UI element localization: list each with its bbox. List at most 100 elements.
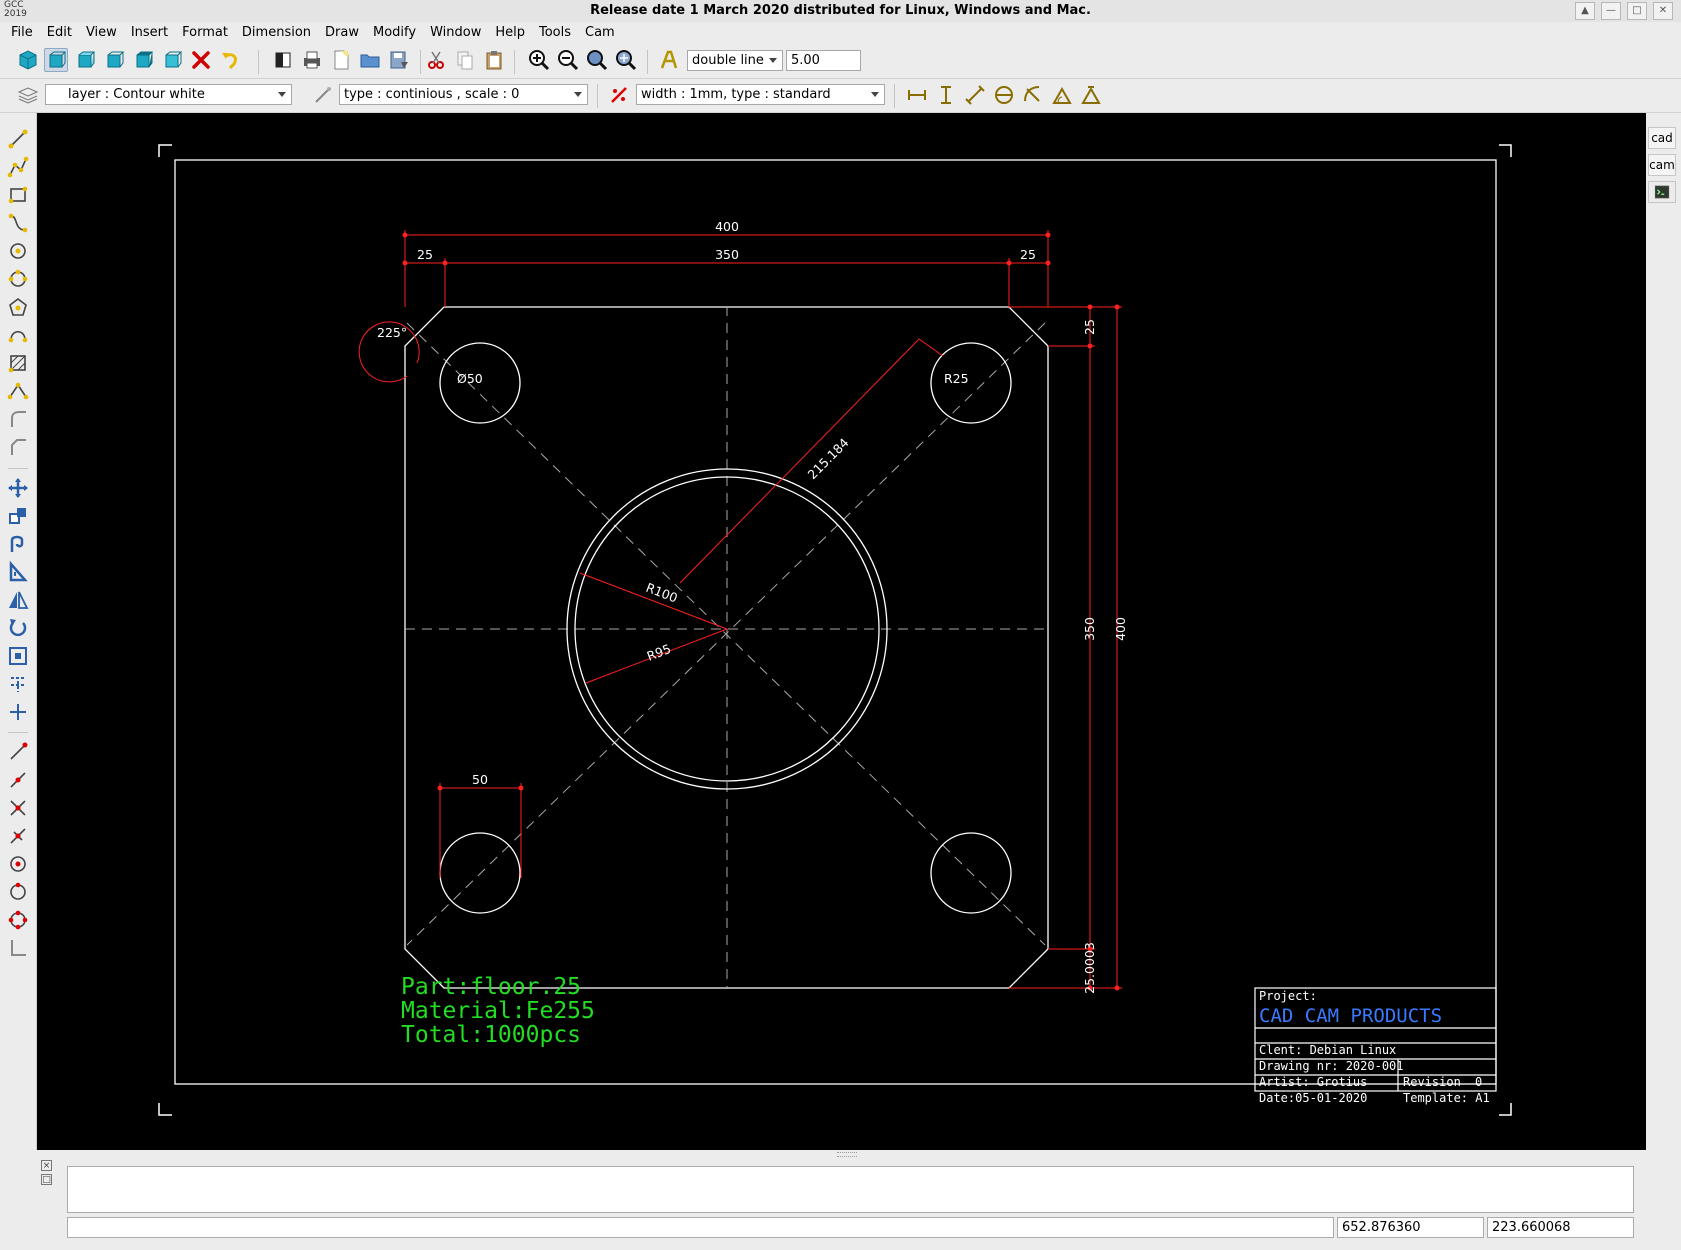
linetype-select[interactable]: double line — [687, 50, 783, 71]
menu-draw[interactable]: Draw — [318, 22, 366, 43]
line-offset-input[interactable]: 5.00 — [786, 50, 861, 71]
linetype-brush-icon[interactable] — [311, 83, 335, 107]
menu-edit[interactable]: Edit — [40, 22, 79, 43]
tab-cad[interactable]: cad — [1648, 127, 1676, 149]
menu-dimension[interactable]: Dimension — [235, 22, 318, 43]
menu-format[interactable]: Format — [175, 22, 235, 43]
extend-tool-icon[interactable] — [6, 700, 30, 724]
drawing-canvas[interactable]: 400 350 25 25 225° Ø50 R25 215.184 R100 … — [37, 113, 1646, 1150]
fillet-tool-icon[interactable] — [6, 407, 30, 431]
snap-endpoint-icon[interactable] — [6, 740, 30, 764]
dim-aligned-icon[interactable] — [963, 83, 987, 107]
scale-tool-icon[interactable] — [6, 560, 30, 584]
chevron-down-icon — [769, 58, 777, 63]
dim-diameter-icon[interactable] — [992, 83, 1016, 107]
view-3d-icon[interactable] — [16, 48, 40, 72]
chamfer-tool-icon[interactable] — [6, 435, 30, 459]
zoom-out-icon[interactable] — [556, 48, 580, 72]
template-text: Template: A1 — [1403, 1091, 1490, 1105]
dim-radius-icon[interactable] — [1021, 83, 1045, 107]
arc-tool-icon[interactable] — [6, 323, 30, 347]
dim-leader-icon[interactable] — [1079, 83, 1103, 107]
trim-tool-icon[interactable] — [6, 672, 30, 696]
mirror-tool-icon[interactable] — [6, 588, 30, 612]
circle-tool-icon[interactable] — [6, 239, 30, 263]
part-line-1: Part:floor.25 — [401, 974, 581, 1000]
move-tool-icon[interactable] — [6, 476, 30, 500]
polyline-tool-icon[interactable] — [6, 155, 30, 179]
print-icon[interactable] — [300, 48, 324, 72]
copy-icon[interactable] — [453, 48, 477, 72]
line-tool-icon[interactable] — [6, 127, 30, 151]
dimension-arrows — [402, 232, 1120, 991]
layer-select[interactable]: layer : Contour white — [45, 84, 292, 105]
ortho-icon[interactable] — [6, 936, 30, 960]
panel-splitter[interactable] — [837, 1152, 857, 1157]
polygon-tool-icon[interactable] — [6, 295, 30, 319]
dimension-labels: 400 350 25 25 225° Ø50 R25 215.184 R100 … — [377, 219, 1128, 994]
view-left-icon[interactable] — [102, 48, 126, 72]
rectangle-tool-icon[interactable] — [6, 183, 30, 207]
snap-midpoint-icon[interactable] — [6, 768, 30, 792]
snap-perpendicular-icon[interactable] — [6, 824, 30, 848]
terminal-tab[interactable] — [1648, 181, 1676, 203]
properties-toolbar: layer : Contour white type : continious … — [0, 79, 1681, 113]
save-icon[interactable] — [387, 48, 411, 72]
keep-above-button[interactable]: ▲ — [1575, 2, 1595, 20]
zoom-window-icon[interactable] — [585, 48, 609, 72]
layers-icon[interactable] — [16, 83, 40, 107]
zoom-extents-icon[interactable] — [614, 48, 638, 72]
close-icon[interactable]: × — [41, 1160, 52, 1171]
snap-intersection-icon[interactable] — [6, 796, 30, 820]
dim-right-overall-label: 400 — [1113, 617, 1128, 641]
hatch-tool-icon[interactable] — [6, 351, 30, 375]
contrast-toggle-icon[interactable] — [271, 48, 295, 72]
width-select[interactable]: width : 1mm, type : standard — [636, 84, 885, 105]
delete-icon[interactable] — [189, 48, 213, 72]
zoom-in-icon[interactable] — [527, 48, 551, 72]
menu-tools[interactable]: Tools — [532, 22, 578, 43]
view-front-icon[interactable] — [44, 48, 68, 72]
menu-file[interactable]: File — [4, 22, 40, 43]
view-back-icon[interactable] — [73, 48, 97, 72]
minimize-button[interactable]: — — [1601, 2, 1621, 20]
dim-hole-width-label: 50 — [472, 772, 488, 787]
dim-overall-width-label: 400 — [715, 219, 739, 234]
view-right-icon[interactable] — [131, 48, 155, 72]
dim-vertical-icon[interactable] — [934, 83, 958, 107]
paste-icon[interactable] — [482, 48, 506, 72]
menu-help[interactable]: Help — [488, 22, 532, 43]
menu-window[interactable]: Window — [423, 22, 488, 43]
copy-tool-icon[interactable] — [6, 504, 30, 528]
width-icon[interactable] — [607, 83, 631, 107]
spline-tool-icon[interactable] — [6, 211, 30, 235]
menu-view[interactable]: View — [79, 22, 124, 43]
maximize-button[interactable]: □ — [1627, 2, 1647, 20]
undo-icon[interactable] — [218, 48, 242, 72]
dim-horizontal-icon[interactable] — [905, 83, 929, 107]
command-input[interactable] — [67, 1217, 1334, 1238]
cut-icon[interactable] — [424, 48, 448, 72]
type-select[interactable]: type : continious , scale : 0 — [339, 84, 588, 105]
snap-center-icon[interactable] — [6, 852, 30, 876]
command-history — [67, 1166, 1634, 1213]
tab-cam[interactable]: cam — [1648, 154, 1676, 176]
text-style-icon[interactable] — [657, 48, 681, 72]
float-icon[interactable]: □ — [41, 1174, 52, 1185]
point-tool-icon[interactable] — [6, 379, 30, 403]
part-info: Part:floor.25 Material:Fe255 Total:1000p… — [401, 974, 595, 1048]
open-folder-icon[interactable] — [358, 48, 382, 72]
new-file-icon[interactable] — [329, 48, 353, 72]
close-window-button[interactable]: ✕ — [1653, 2, 1673, 20]
menu-cam[interactable]: Cam — [578, 22, 622, 43]
menu-insert[interactable]: Insert — [124, 22, 175, 43]
circle-3p-tool-icon[interactable] — [6, 267, 30, 291]
view-top-icon[interactable] — [160, 48, 184, 72]
rotate-tool-icon[interactable] — [6, 616, 30, 640]
menu-modify[interactable]: Modify — [366, 22, 423, 43]
snap-quadrant-icon[interactable] — [6, 908, 30, 932]
offset-tool-icon[interactable] — [6, 532, 30, 556]
snap-circle-icon[interactable] — [6, 880, 30, 904]
dim-angle-icon[interactable] — [1050, 83, 1074, 107]
stretch-tool-icon[interactable] — [6, 644, 30, 668]
